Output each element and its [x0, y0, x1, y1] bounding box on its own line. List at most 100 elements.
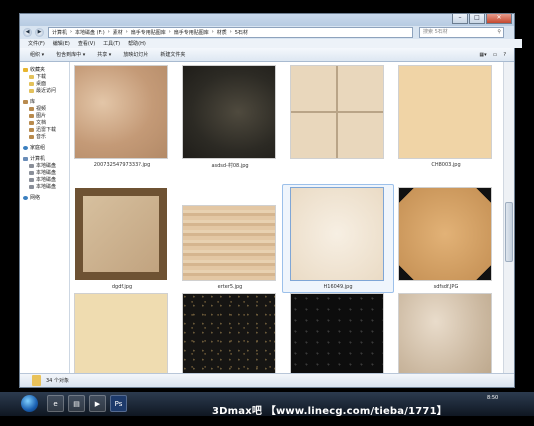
- sidebar-item-drive[interactable]: 本地磁盘: [20, 176, 69, 183]
- sidebar-item-libraries[interactable]: 库: [20, 98, 69, 105]
- minimize-button[interactable]: –: [452, 14, 468, 24]
- share-button[interactable]: 共享 ▾: [97, 51, 111, 58]
- item-count: 34 个对象: [46, 378, 69, 384]
- image-thumbnail: [291, 294, 383, 373]
- sidebar-item-favorites[interactable]: 收藏夹: [20, 66, 69, 73]
- video-icon: [29, 106, 34, 111]
- menu-edit[interactable]: 编辑(E): [53, 40, 70, 47]
- document-icon: [29, 120, 34, 125]
- file-name: 20073254797333?.jpg: [93, 162, 151, 168]
- homegroup-icon: [23, 145, 28, 150]
- network-icon: [23, 195, 28, 200]
- scrollbar-thumb[interactable]: [505, 202, 513, 262]
- sidebar-item-computer[interactable]: 计算机: [20, 155, 69, 162]
- back-icon[interactable]: ◀: [23, 27, 32, 37]
- breadcrumb-item[interactable]: 5石材: [235, 29, 248, 36]
- image-thumbnail: [183, 66, 275, 158]
- file-name: sdfsdf.JPG: [433, 284, 459, 290]
- sidebar-item-drive[interactable]: 本地磁盘: [20, 169, 69, 176]
- slideshow-button[interactable]: 放映幻灯片: [123, 51, 148, 58]
- sidebar-item-music[interactable]: 音乐: [20, 133, 69, 140]
- menu-file[interactable]: 文件(F): [28, 40, 45, 47]
- image-thumbnail: [399, 294, 491, 373]
- address-row: ◀ ▶ 计算机 › 本地磁盘 (F:) › 素材 › 扇手专用贴图库 › 扇手专用贴图库…: [20, 26, 514, 38]
- menu-help[interactable]: 帮助(H): [128, 40, 146, 47]
- drive-icon: [29, 170, 34, 175]
- sidebar-item-drive[interactable]: 本地磁盘: [20, 183, 69, 190]
- menu-view[interactable]: 查看(V): [78, 40, 95, 47]
- drive-icon: [29, 177, 34, 182]
- explorer-icon[interactable]: ▤: [68, 395, 85, 412]
- folder-icon: [29, 81, 34, 86]
- breadcrumb-item[interactable]: 材质: [217, 29, 227, 36]
- sidebar-item-recent[interactable]: 最近访问: [20, 87, 69, 94]
- file-grid: 20073254797333?.jpg asdsd-村08.jpg CH8003…: [70, 62, 504, 373]
- music-icon: [29, 134, 34, 139]
- menu-bar: 文件(F) 编辑(E) 查看(V) 工具(T) 帮助(H): [20, 39, 522, 48]
- include-in-library-button[interactable]: 包含到库中 ▾: [56, 51, 85, 58]
- computer-icon: [23, 156, 28, 161]
- vertical-scrollbar[interactable]: [503, 62, 514, 373]
- folder-icon: [29, 88, 34, 93]
- command-bar: 组织 ▾ 包含到库中 ▾ 共享 ▾ 放映幻灯片 新建文件夹 ▦▾ ▭ ?: [20, 48, 514, 62]
- navigation-pane: 收藏夹 下载 桌面 最近访问 库 视频 图片 文档 迅雷下载 音乐 家庭组 计算…: [20, 62, 70, 373]
- image-thumbnail: [75, 188, 167, 280]
- star-icon: [23, 67, 28, 72]
- preview-pane-icon[interactable]: ▭: [493, 52, 498, 58]
- title-bar[interactable]: – □ ✕: [20, 14, 514, 26]
- image-thumbnail: [291, 66, 383, 158]
- sidebar-item-desktop[interactable]: 桌面: [20, 80, 69, 87]
- organize-button[interactable]: 组织 ▾: [30, 51, 44, 58]
- window-controls: – □ ✕: [452, 14, 512, 24]
- help-icon[interactable]: ?: [503, 52, 506, 58]
- picture-icon: [29, 113, 34, 118]
- media-player-icon[interactable]: ▶: [89, 395, 106, 412]
- close-button[interactable]: ✕: [486, 14, 512, 24]
- photoshop-icon[interactable]: Ps: [110, 395, 127, 412]
- forward-icon[interactable]: ▶: [35, 27, 44, 37]
- address-bar[interactable]: 计算机 › 本地磁盘 (F:) › 素材 › 扇手专用贴图库 › 扇手专用贴图库 › 材质…: [48, 26, 413, 38]
- sidebar-item-downloads[interactable]: 下载: [20, 73, 69, 80]
- start-button[interactable]: [21, 395, 38, 412]
- drive-icon: [29, 184, 34, 189]
- breadcrumb-item[interactable]: 计算机: [52, 29, 67, 36]
- library-icon: [23, 99, 28, 104]
- sidebar-item-homegroup[interactable]: 家庭组: [20, 144, 69, 151]
- image-thumbnail: [291, 188, 383, 280]
- ie-icon[interactable]: e: [47, 395, 64, 412]
- sidebar-item-videos[interactable]: 视频: [20, 105, 69, 112]
- drive-icon: [29, 163, 34, 168]
- file-name: asdsd-村08.jpg: [211, 163, 249, 169]
- view-options-icon[interactable]: ▦▾: [479, 52, 486, 58]
- watermark-text: 3Dmax吧 【www.linecg.com/tieba/1771】: [212, 406, 447, 417]
- sidebar-item-network[interactable]: 网络: [20, 194, 69, 201]
- image-thumbnail: [399, 188, 491, 280]
- file-name: erter5.jpg: [217, 284, 243, 290]
- sidebar-item-pictures[interactable]: 图片: [20, 112, 69, 119]
- image-thumbnail: [75, 66, 167, 158]
- file-name: CH8003.jpg: [431, 162, 461, 168]
- search-placeholder: 搜索 5石材: [423, 28, 448, 35]
- maximize-button[interactable]: □: [469, 14, 485, 24]
- search-icon[interactable]: ⚲: [497, 28, 501, 37]
- breadcrumb-item[interactable]: 素材: [113, 29, 123, 36]
- sidebar-item-drive[interactable]: 本地磁盘: [20, 162, 69, 169]
- new-folder-button[interactable]: 新建文件夹: [160, 51, 185, 58]
- image-thumbnail: [75, 294, 167, 373]
- clock[interactable]: 8:50: [487, 395, 498, 402]
- image-thumbnail: [183, 206, 275, 280]
- sidebar-item-documents[interactable]: 文档: [20, 119, 69, 126]
- menu-tools[interactable]: 工具(T): [103, 40, 120, 47]
- file-name: H16049.jpg: [323, 284, 353, 290]
- breadcrumb-item[interactable]: 扇手专用贴图库: [174, 29, 209, 36]
- breadcrumb-item[interactable]: 扇手专用贴图库: [131, 29, 166, 36]
- status-bar: 34 个对象: [20, 373, 514, 387]
- search-input[interactable]: 搜索 5石材 ⚲: [419, 26, 504, 38]
- sidebar-item-thunder-downloads[interactable]: 迅雷下载: [20, 126, 69, 133]
- image-thumbnail: [183, 294, 275, 373]
- folder-icon: [29, 74, 34, 79]
- folder-icon: [32, 375, 41, 386]
- breadcrumb-item[interactable]: 本地磁盘 (F:): [75, 29, 105, 36]
- clock-time: 8:50: [487, 395, 499, 401]
- download-icon: [29, 127, 34, 132]
